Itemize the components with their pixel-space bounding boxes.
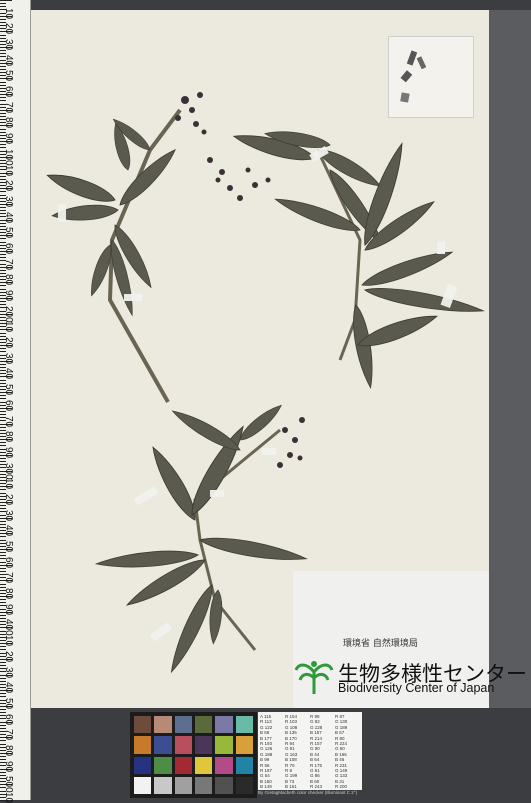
color-swatch bbox=[174, 776, 192, 794]
color-swatch bbox=[134, 776, 152, 794]
color-swatch bbox=[174, 736, 192, 754]
org-name-english: Biodiversity Center of Japan bbox=[338, 681, 495, 695]
color-swatch bbox=[154, 756, 172, 774]
color-swatch bbox=[195, 716, 213, 734]
biodiversity-logo-icon bbox=[294, 661, 334, 694]
color-swatch bbox=[195, 776, 213, 794]
color-swatch bbox=[174, 716, 192, 734]
color-swatch bbox=[235, 776, 253, 794]
org-ministry-text: 環境省 自然環境局 bbox=[343, 639, 418, 649]
color-swatch bbox=[134, 716, 152, 734]
color-swatch bbox=[174, 756, 192, 774]
color-swatch bbox=[154, 716, 172, 734]
color-swatch bbox=[134, 736, 152, 754]
color-reference-table: A 115 R 154 R 98 R 87 R 113 R 103 G 82 G 130 G 1… bbox=[258, 712, 362, 790]
color-swatch bbox=[235, 736, 253, 754]
color-swatch bbox=[154, 736, 172, 754]
color-swatch bbox=[215, 756, 233, 774]
color-swatch bbox=[235, 716, 253, 734]
color-swatch bbox=[235, 756, 253, 774]
color-swatch bbox=[154, 776, 172, 794]
color-swatch bbox=[195, 736, 213, 754]
color-swatch bbox=[215, 736, 233, 754]
color-swatch bbox=[215, 776, 233, 794]
color-checker-card bbox=[130, 712, 257, 798]
color-checker-caption: By GretagMacbeth color checker (Illumina… bbox=[258, 790, 358, 795]
color-swatch bbox=[215, 716, 233, 734]
color-swatch bbox=[195, 756, 213, 774]
color-swatch bbox=[134, 756, 152, 774]
